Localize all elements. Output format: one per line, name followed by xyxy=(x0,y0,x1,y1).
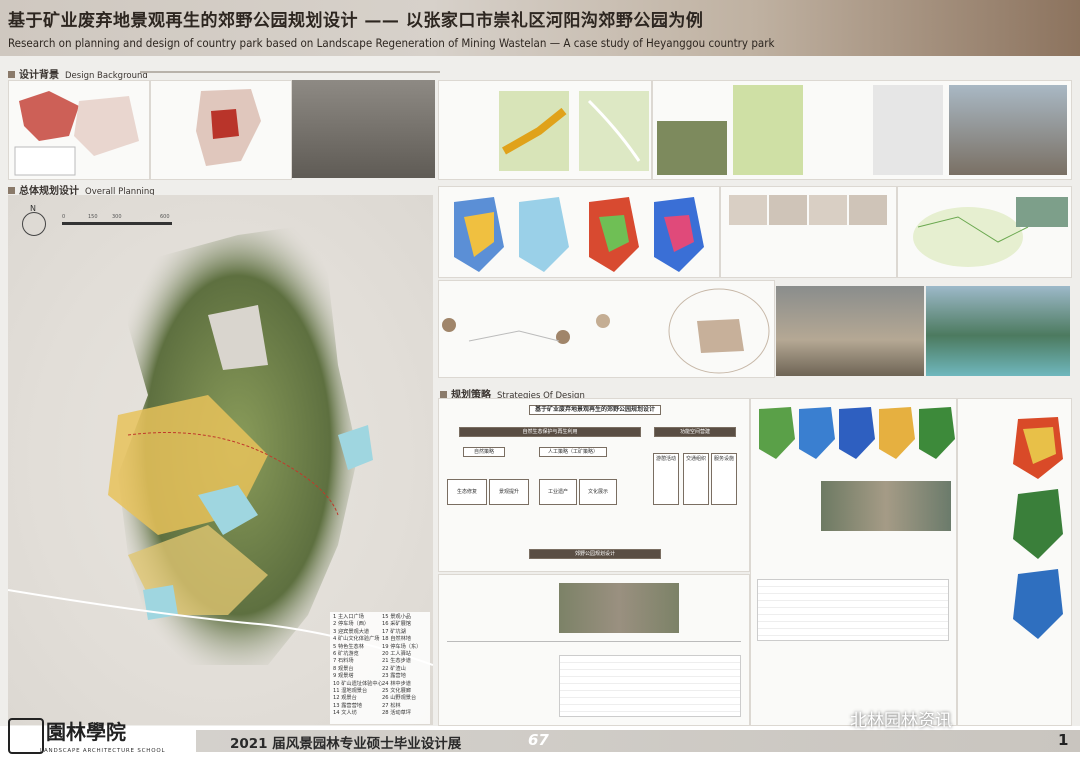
design-reference-photo xyxy=(926,286,1070,376)
north-label: N xyxy=(30,204,36,213)
strategy-maps xyxy=(1013,417,1063,639)
flowchart-box: 生态修复 xyxy=(447,479,487,505)
scale-label: 0 xyxy=(62,214,66,220)
school-logo-subtext: LANDSCAPE ARCHITECTURE SCHOOL xyxy=(40,748,166,754)
legend-item: 23 露营地 xyxy=(382,673,406,680)
flowchart-box: 景观提升 xyxy=(489,479,529,505)
divider xyxy=(140,71,440,73)
network-analysis-panel xyxy=(897,186,1072,278)
location-map-panel xyxy=(8,80,150,180)
site-analysis-panel xyxy=(652,80,1072,180)
traffic-analysis-panel xyxy=(438,80,652,180)
page-number: 1 xyxy=(1058,731,1069,749)
region-map-panel xyxy=(150,80,292,180)
flowchart-box: 文化展示 xyxy=(579,479,617,505)
legend-item: 4 矿山文化体验广场 xyxy=(333,636,380,643)
legend-item: 28 活动草坪 xyxy=(382,710,411,717)
legend-item: 14 文人坊 xyxy=(333,710,357,717)
scale-label: 150 xyxy=(88,214,98,220)
flowchart-box: 服务设施 xyxy=(711,453,737,505)
flowchart-box: 工业遗产 xyxy=(539,479,577,505)
scale-label: 300 xyxy=(112,214,122,220)
design-reference-photo xyxy=(776,286,924,376)
school-logo-icon xyxy=(8,718,44,754)
flowchart-box: 功能空间营建 xyxy=(654,427,736,437)
legend-item: 24 林中步道 xyxy=(382,680,411,687)
flowchart-title: 基于矿业废弃地景观再生的郊野公园规划设计 xyxy=(529,405,661,415)
strategy-flowchart: 基于矿业废弃地景观再生的郊野公园规划设计 自然生态保护与再生利用 功能空间营建 … xyxy=(438,398,750,572)
legend-item: 10 矿山遗址体验中心 xyxy=(333,680,383,687)
swot-diagram xyxy=(729,195,887,225)
exhibition-number: 67 xyxy=(528,731,549,749)
terrain-maps xyxy=(454,197,704,272)
legend-item: 5 特色生态林 xyxy=(333,643,364,650)
strategy-maps-panel xyxy=(957,398,1072,726)
legend-item: 16 采矿展馆 xyxy=(382,621,411,628)
concept-diagram xyxy=(442,288,770,374)
strategy-detail-panel xyxy=(438,574,750,726)
legend-item: 21 生态步道 xyxy=(382,658,411,665)
legend-item: 19 停车场（东） xyxy=(382,643,422,650)
square-icon xyxy=(8,187,15,194)
flowchart-box: 人工策略（工矿策略） xyxy=(539,447,607,457)
legend-item: 12 观景台 xyxy=(333,695,357,702)
square-icon xyxy=(8,71,15,78)
legend-item: 9 观景塔 xyxy=(333,673,354,680)
north-arrow-icon xyxy=(22,212,46,236)
flowchart-box: 交通组织 xyxy=(683,453,709,505)
evaluation-maps xyxy=(759,407,955,459)
square-icon xyxy=(440,391,447,398)
flowchart-box: 郊野公园规划设计 xyxy=(529,549,661,559)
terrain-analysis-panel xyxy=(438,186,720,278)
page-subtitle: Research on planning and design of count… xyxy=(8,36,775,50)
legend-item: 2 停车场（西） xyxy=(333,621,370,628)
region-map xyxy=(196,89,261,166)
traffic-maps xyxy=(499,91,649,171)
legend-item: 18 自然林地 xyxy=(382,636,411,643)
legend-item: 26 山野观景台 xyxy=(382,695,417,702)
section-heading-background: 设计背景 Design Background xyxy=(8,66,148,81)
flowchart-box: 自然生态保护与再生利用 xyxy=(459,427,641,437)
map-legend: 1 主入口广场 2 停车场（西） 3 迎宾景观大道 4 矿山文化体验广场 5 特… xyxy=(330,612,430,724)
scale-label: 600 xyxy=(160,214,170,220)
legend-item: 7 石料场 xyxy=(333,658,354,665)
location-map xyxy=(14,91,139,176)
site-photo-collage xyxy=(292,80,435,178)
wechat-watermark: 北林园林资讯 xyxy=(850,711,952,731)
school-logo-text: 園林學院 xyxy=(46,720,126,744)
exhibition-title: 2021 届风景园林专业硕士毕业设计展 xyxy=(230,736,462,752)
network-map xyxy=(913,197,1068,267)
concept-process-panel xyxy=(438,280,775,378)
flowchart-box: 游憩活动 xyxy=(653,453,679,505)
scale-bar xyxy=(62,222,172,225)
swot-panel xyxy=(720,186,897,278)
evaluation-panel xyxy=(750,398,957,726)
page-title: 基于矿业废弃地景观再生的郊野公园规划设计 —— 以张家口市崇礼区河阳沟郊野公园为… xyxy=(8,11,704,31)
flowchart-box: 自然策略 xyxy=(463,447,505,457)
